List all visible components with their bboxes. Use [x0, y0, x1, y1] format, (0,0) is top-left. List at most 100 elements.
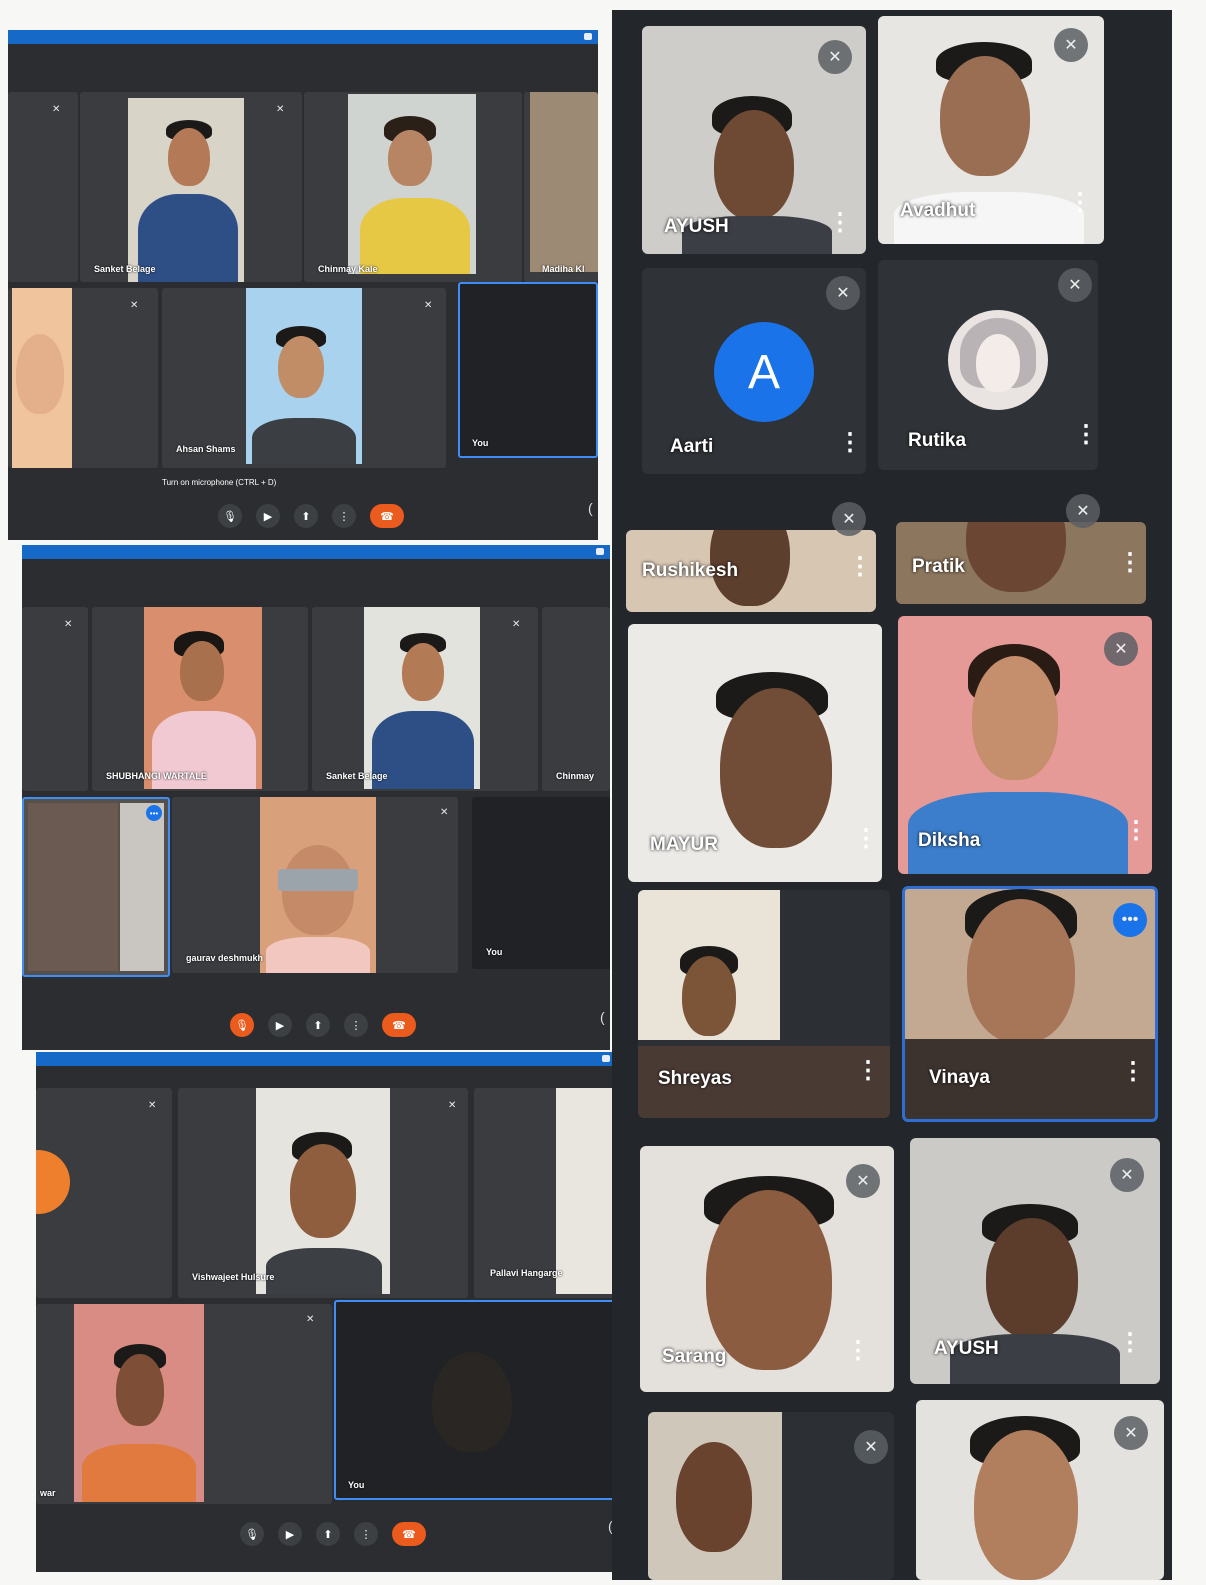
self-view-label: You — [472, 438, 489, 448]
participant-name: Rutika — [908, 430, 967, 451]
participant-tile[interactable]: ✕ — [36, 1088, 172, 1298]
present-icon: ⬆ — [301, 510, 311, 523]
participant-tile[interactable]: MAYUR ⋮ — [628, 624, 882, 882]
camera-button[interactable]: ▶ — [256, 504, 280, 528]
participant-tile[interactable]: ✕ — [22, 607, 88, 791]
participant-tile[interactable]: Chinmay Kale — [304, 92, 522, 282]
participant-name: Aarti — [670, 436, 714, 457]
microphone-off-icon: 🎙 — [235, 1019, 249, 1032]
mic-off-icon: ✕ — [832, 502, 866, 536]
avatar — [36, 1150, 70, 1214]
participant-tile[interactable]: Madiha Kl — [524, 92, 598, 282]
microphone-icon: 🎙 — [245, 1528, 259, 1541]
participant-name: AYUSH — [664, 216, 729, 237]
mic-off-icon: ✕ — [130, 300, 139, 311]
mic-off-icon: ✕ — [1058, 268, 1092, 302]
window-titlebar — [36, 1052, 616, 1066]
more-options-icon[interactable]: ⋮ — [1074, 423, 1098, 447]
self-view-tile[interactable]: You — [334, 1300, 616, 1500]
self-view-label: You — [486, 947, 503, 957]
present-button[interactable]: ⬆ — [316, 1522, 340, 1546]
participant-tile[interactable]: ✕ — [916, 1400, 1164, 1580]
participant-tile[interactable]: Sarang ⋮ ✕ — [640, 1146, 894, 1392]
mic-off-icon: ✕ — [1054, 28, 1088, 62]
participant-tile[interactable]: SHUBHANGI WARTALE — [92, 607, 308, 791]
more-options-icon[interactable]: ⋮ — [838, 431, 862, 455]
more-options-button[interactable]: ⋮ — [344, 1013, 368, 1037]
mic-off-icon: ✕ — [424, 300, 433, 311]
window-control[interactable] — [602, 1055, 610, 1062]
mic-off-icon: ✕ — [826, 276, 860, 310]
participant-tile[interactable]: Vinaya ⋮ ••• — [902, 886, 1158, 1122]
present-button[interactable]: ⬆ — [306, 1013, 330, 1037]
participant-name: gaurav deshmukh — [186, 953, 264, 963]
participant-name: Avadhut — [900, 200, 976, 221]
participant-tile[interactable]: Chinmay — [542, 607, 610, 791]
participant-name: Chinmay Kale — [318, 264, 378, 274]
more-options-icon[interactable]: ⋮ — [846, 1339, 870, 1363]
window-control[interactable] — [596, 548, 604, 555]
participant-tile[interactable]: war ✕ — [36, 1304, 332, 1504]
more-options-button[interactable]: ⋮ — [354, 1522, 378, 1546]
end-call-button[interactable]: ☎ — [392, 1522, 426, 1546]
hangup-icon: ☎ — [392, 1019, 406, 1032]
participant-tile[interactable]: ✕ — [8, 288, 158, 468]
self-view-tile[interactable]: You — [472, 797, 610, 969]
end-call-button[interactable]: ☎ — [370, 504, 404, 528]
participant-tile[interactable]: ••• — [22, 797, 170, 977]
window-control[interactable] — [584, 33, 592, 40]
mic-off-icon: ✕ — [148, 1100, 157, 1111]
avatar-letter: A — [747, 345, 780, 399]
more-options-button[interactable]: ⋮ — [332, 504, 356, 528]
mic-button[interactable]: 🎙 — [230, 1013, 254, 1037]
participant-tile[interactable]: AYUSH ⋮ ✕ — [910, 1138, 1160, 1384]
camera-icon: ▶ — [263, 510, 273, 523]
mic-off-icon: ✕ — [1104, 632, 1138, 666]
meet-window-2: ✕ SHUBHANGI WARTALE Sanket Belage ✕ Chin… — [22, 545, 610, 1050]
participant-tile[interactable]: Diksha ⋮ ✕ — [898, 616, 1152, 874]
speaking-indicator-icon: ••• — [1113, 903, 1147, 937]
participant-tile[interactable]: Pratik ⋮ — [896, 522, 1146, 604]
more-options-icon[interactable]: ⋮ — [1068, 191, 1092, 215]
mic-off-icon: ✕ — [306, 1314, 315, 1325]
participant-tile[interactable]: Rutika ⋮ ✕ — [878, 260, 1098, 470]
camera-button[interactable]: ▶ — [278, 1522, 302, 1546]
participant-tile[interactable]: ✕ — [648, 1412, 894, 1580]
participant-name: war — [40, 1488, 56, 1498]
more-options-icon[interactable]: ⋮ — [828, 211, 852, 235]
participant-tile[interactable]: Sanket Belage ✕ — [80, 92, 302, 282]
participant-tile[interactable]: Vishwajeet Hulsure ✕ — [178, 1088, 468, 1298]
mic-button[interactable]: 🎙 — [218, 504, 242, 528]
avatar — [948, 310, 1048, 410]
mic-off-icon: ✕ — [52, 104, 61, 115]
more-options-icon[interactable]: ⋮ — [856, 1059, 880, 1083]
hangup-icon: ☎ — [380, 510, 394, 523]
participant-tile[interactable]: ✕ — [8, 92, 78, 282]
participant-tile[interactable]: Sanket Belage ✕ — [312, 607, 538, 791]
mic-off-icon: ✕ — [1066, 494, 1100, 528]
self-view-tile[interactable]: You — [458, 282, 598, 458]
camera-button[interactable]: ▶ — [268, 1013, 292, 1037]
participant-tile[interactable]: gaurav deshmukh ✕ — [172, 797, 458, 973]
participant-tile[interactable]: Shreyas ⋮ — [638, 890, 890, 1118]
avatar: A — [714, 322, 814, 422]
participant-tile[interactable]: Pallavi Hangarge — [474, 1088, 616, 1298]
self-view-label: You — [348, 1480, 365, 1490]
participant-tile[interactable]: Avadhut ⋮ ✕ — [878, 16, 1104, 244]
mic-off-icon: ✕ — [1114, 1416, 1148, 1450]
participant-tile[interactable]: Rushikesh ⋮ — [626, 530, 876, 612]
more-options-icon[interactable]: ⋮ — [854, 827, 878, 851]
participant-tile[interactable]: Ahsan Shams ✕ — [162, 288, 446, 468]
end-call-button[interactable]: ☎ — [382, 1013, 416, 1037]
mic-button[interactable]: 🎙 — [240, 1522, 264, 1546]
more-options-button[interactable]: ••• — [146, 805, 162, 821]
participant-tile[interactable]: AYUSH ⋮ ✕ — [642, 26, 866, 254]
more-options-icon[interactable]: ⋮ — [1118, 551, 1142, 575]
mic-off-icon: ✕ — [440, 807, 449, 818]
more-options-icon[interactable]: ⋮ — [1124, 819, 1148, 843]
more-options-icon[interactable]: ⋮ — [848, 555, 872, 579]
participant-tile[interactable]: A Aarti ⋮ ✕ — [642, 268, 866, 474]
present-button[interactable]: ⬆ — [294, 504, 318, 528]
more-options-icon[interactable]: ⋮ — [1118, 1331, 1142, 1355]
more-options-icon[interactable]: ⋮ — [1121, 1060, 1145, 1084]
